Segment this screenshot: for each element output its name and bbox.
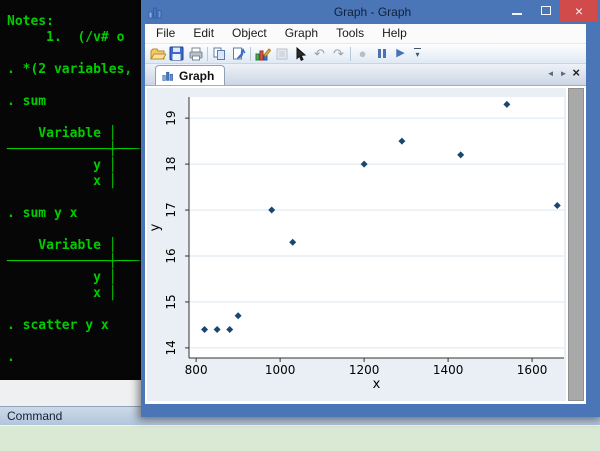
save-icon[interactable] [167,45,186,63]
console-line [7,222,144,238]
console-line: . scatter y x [7,318,144,334]
scatter-plot: 14 15 16 17 18 19 800 1000 1200 1400 1600 y x [147,88,566,398]
console-line [7,46,144,62]
console-line [7,334,144,350]
console-line: 1. (/v# o [7,30,144,46]
tab-close-icon[interactable]: × [572,67,580,79]
open-icon[interactable] [148,45,167,63]
menu-edit[interactable]: Edit [184,24,223,43]
menu-object[interactable]: Object [223,24,276,43]
object-browser-icon[interactable] [272,45,291,63]
toolbar-separator [350,47,351,61]
menu-bar: File Edit Object Graph Tools Help [145,24,586,44]
console-line: y │ [7,270,144,286]
print-icon[interactable] [186,45,205,63]
undo-icon[interactable]: ↶ [310,45,329,63]
svg-text:14: 14 [164,340,178,355]
svg-text:1200: 1200 [349,363,380,377]
console-line: Notes: [7,14,144,30]
maximize-button[interactable] [531,0,560,21]
pause-icon[interactable] [372,45,391,63]
tab-prev-icon[interactable]: ◄ [547,69,555,78]
graph-editor-icon[interactable] [253,45,272,63]
console-line: . sum y x [7,206,144,222]
svg-text:19: 19 [164,110,178,125]
toolbar-overflow-icon[interactable]: ▾ [412,45,423,63]
menu-file[interactable]: File [147,24,184,43]
console-line: . sum [7,94,144,110]
console-line: y │ [7,158,144,174]
play-icon[interactable]: ▶ [391,45,410,63]
console-line [7,190,144,206]
tab-strip: Graph ◄ ► × [145,64,586,86]
tab-graph-label: Graph [179,69,214,83]
toolbar-separator [207,47,208,61]
svg-text:y: y [148,223,163,231]
graph-canvas: 14 15 16 17 18 19 800 1000 1200 1400 1600 y x [147,88,566,401]
console-line: Variable │ [7,238,144,254]
console-line: x │ [7,174,144,190]
tab-next-icon[interactable]: ► [559,69,567,78]
console-line: . [7,350,144,366]
svg-text:16: 16 [164,248,178,263]
svg-text:1400: 1400 [433,363,464,377]
close-button[interactable]: × [560,0,598,21]
console-line: ─────────────┼─── [7,254,144,270]
svg-text:x: x [373,377,381,392]
command-panel-label: Command [7,409,62,423]
redo-icon[interactable]: ↷ [329,45,348,63]
menu-tools[interactable]: Tools [327,24,373,43]
svg-text:1600: 1600 [517,363,548,377]
menu-graph[interactable]: Graph [276,24,327,43]
toolbar-separator [250,47,251,61]
pointer-icon[interactable] [291,45,310,63]
console-line: . *(2 variables, [7,62,144,78]
svg-text:15: 15 [164,294,178,309]
minimize-button[interactable] [502,0,531,21]
copy-icon[interactable] [210,45,229,63]
svg-text:18: 18 [164,156,178,171]
console-line [7,302,144,318]
graph-tab-icon [162,69,175,82]
svg-text:800: 800 [185,363,208,377]
menu-help[interactable]: Help [373,24,416,43]
console-line: ─────────────┼─── [7,142,144,158]
console-line [7,110,144,126]
svg-text:1000: 1000 [265,363,296,377]
svg-text:17: 17 [164,202,178,217]
graph-window: Graph - Graph × File Edit Object Graph T… [141,0,600,417]
console-line: x │ [7,286,144,302]
record-icon[interactable]: ● [353,45,372,63]
console-line [7,78,144,94]
vertical-scrollbar[interactable] [568,88,584,401]
graph-window-titlebar[interactable]: Graph - Graph × [141,0,600,24]
graph-viewer: 14 15 16 17 18 19 800 1000 1200 1400 1600 y x [145,86,586,404]
tab-graph[interactable]: Graph [155,65,225,85]
command-input[interactable] [0,425,600,451]
toolbar: ↶ ↷ ● ▶ ▾ [145,44,586,64]
console-line: Variable │ [7,126,144,142]
paste-icon[interactable] [229,45,248,63]
stata-results-console: Notes: 1. (/v# o . *(2 variables, . sum … [0,0,145,380]
